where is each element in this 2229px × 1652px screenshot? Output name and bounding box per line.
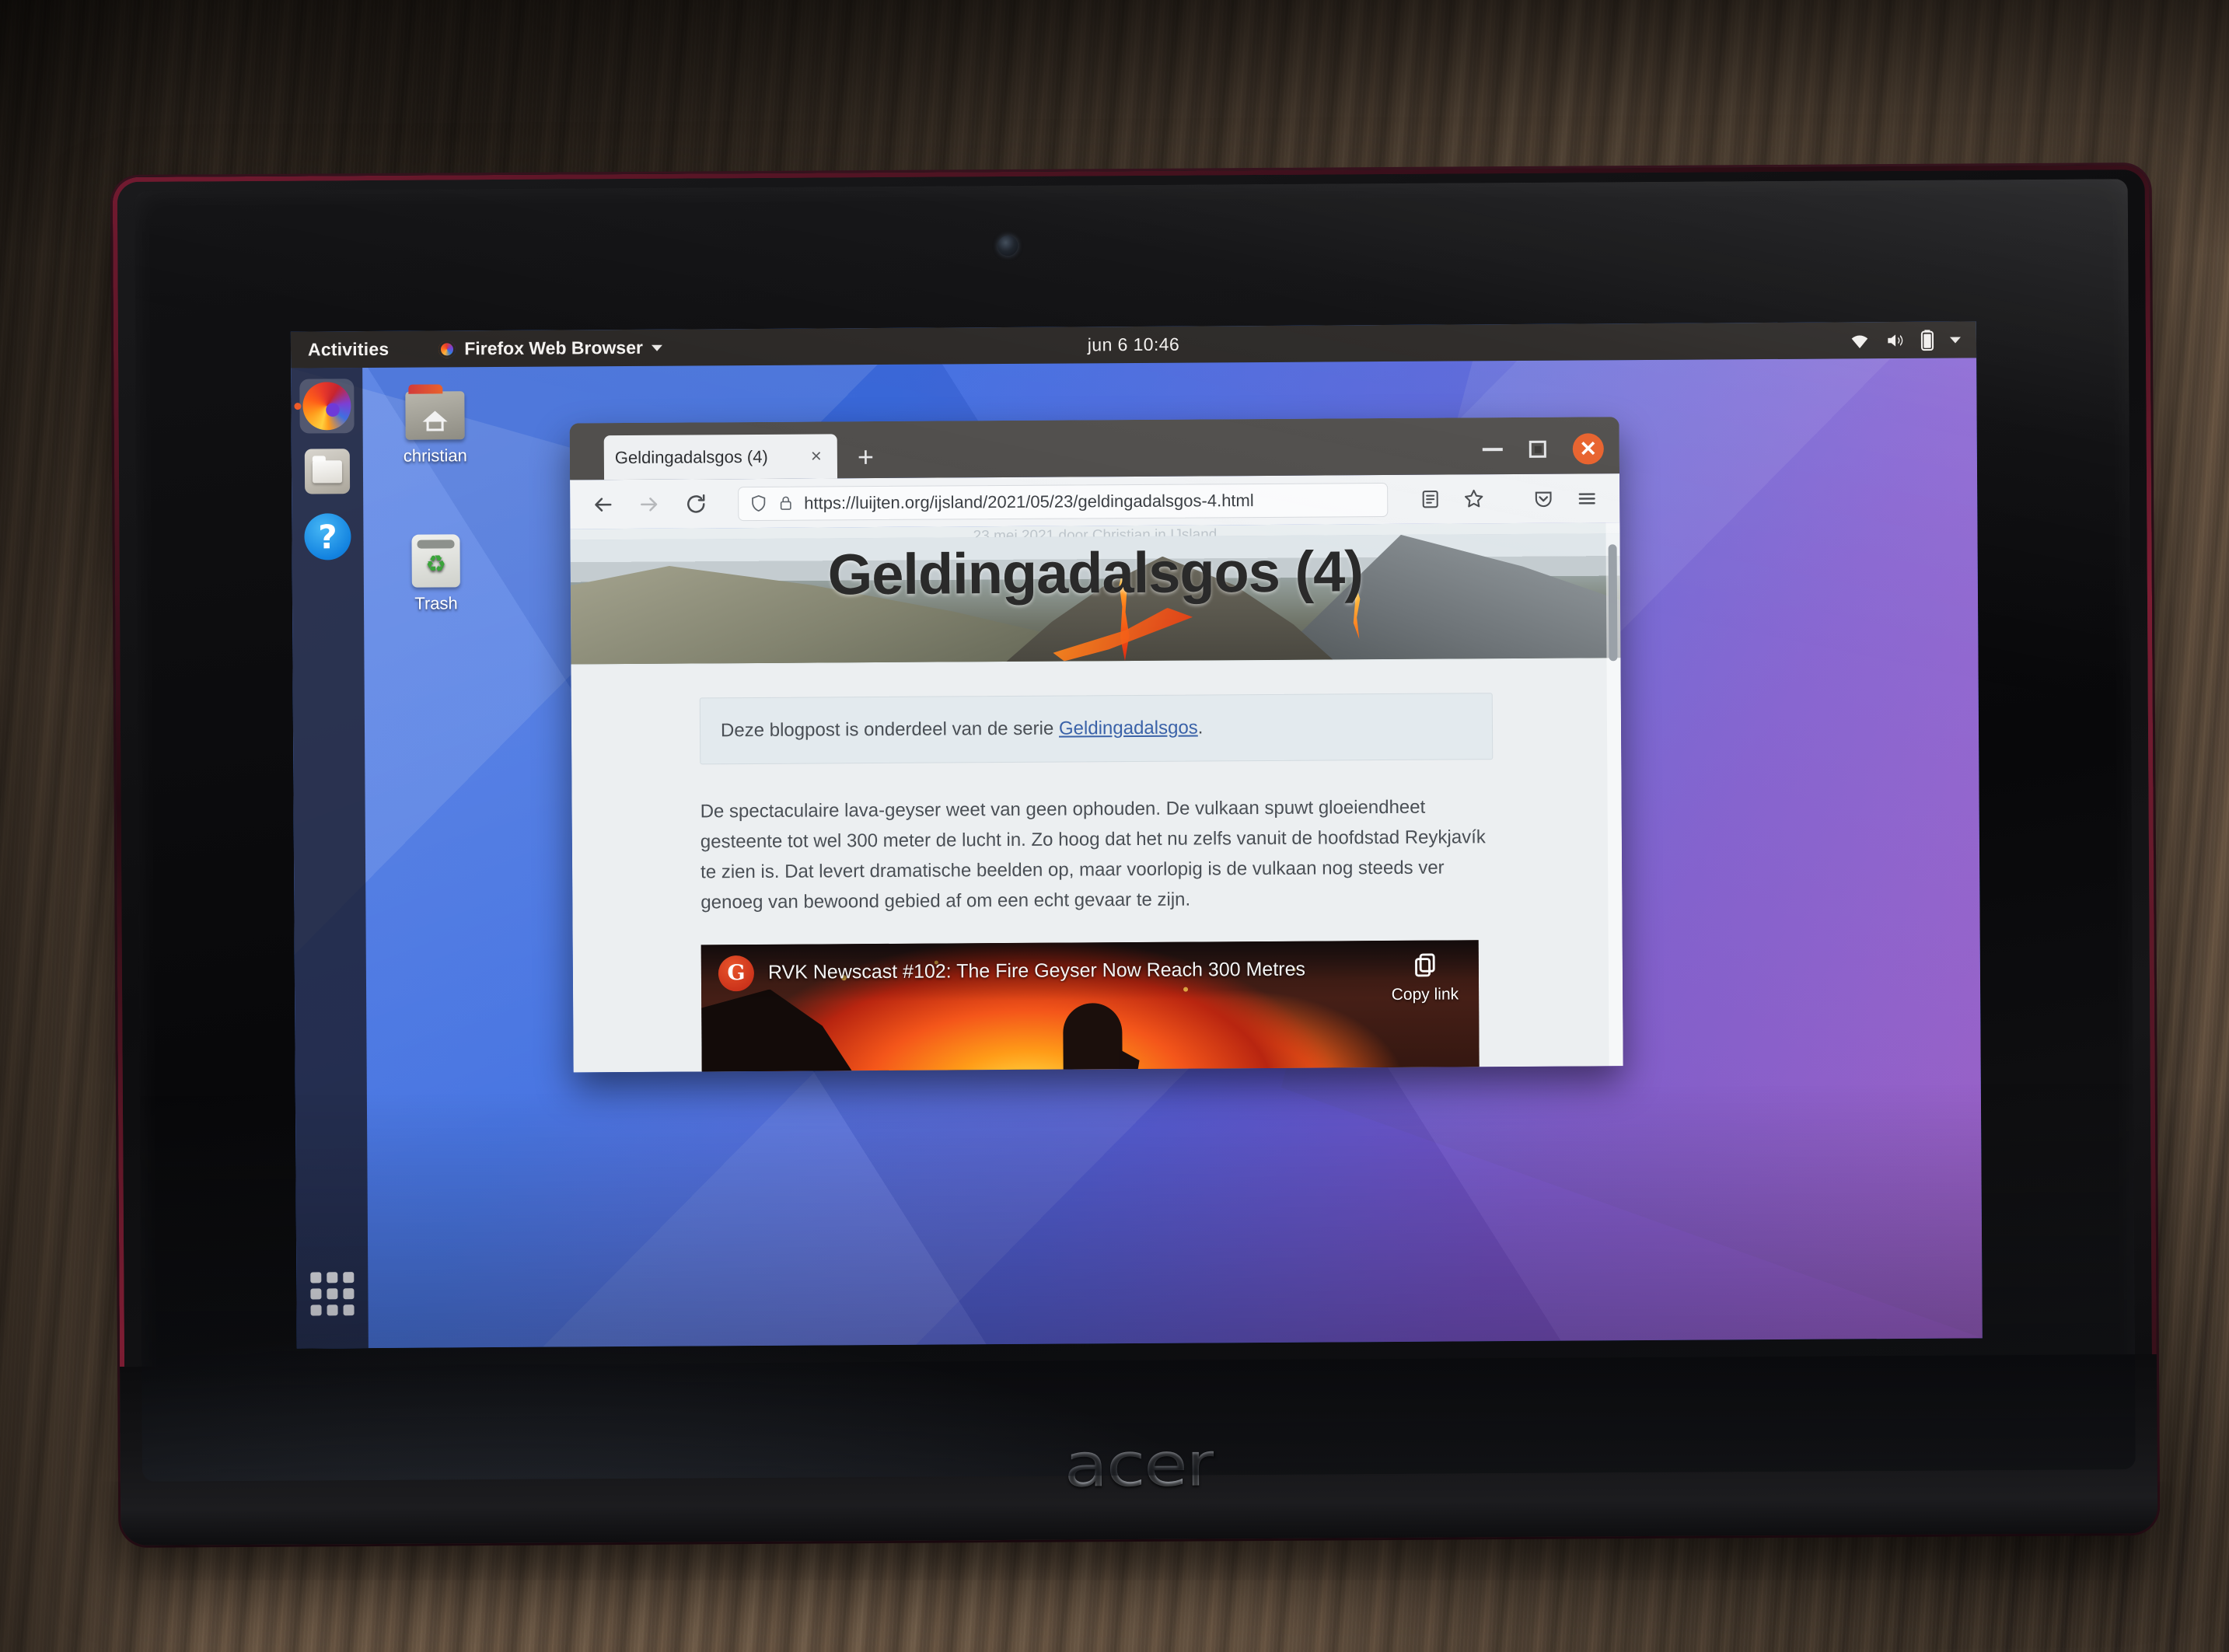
recycle-glyph: ♻	[425, 551, 447, 578]
help-icon: ?	[304, 513, 351, 561]
battery-icon	[1920, 329, 1934, 351]
page-title: Geldingadalsgos (4)	[827, 539, 1364, 607]
firefox-icon	[438, 340, 456, 358]
system-status-area[interactable]	[1850, 329, 1961, 351]
show-applications-button[interactable]	[310, 1272, 355, 1316]
volume-icon	[1888, 334, 1903, 347]
folder-glyph	[312, 459, 343, 483]
desktop-icon-home[interactable]: christian	[376, 391, 494, 466]
chevron-down-icon[interactable]	[1949, 337, 1961, 344]
close-window-button[interactable]: ✕	[1572, 433, 1604, 465]
house-glyph	[426, 418, 444, 431]
firefox-window: Geldingadalsgos (4) × + ✕ https://luijte…	[569, 417, 1623, 1073]
navigation-toolbar: https://luijten.org/ijsland/2021/05/23/g…	[570, 473, 1620, 529]
tab-title: Geldingadalsgos (4)	[614, 446, 768, 467]
desktop-icon-label: christian	[403, 445, 467, 466]
url-text: https://luijten.org/ijsland/2021/05/23/g…	[804, 490, 1254, 513]
copy-link-label: Copy link	[1391, 984, 1459, 1004]
dock-item-help[interactable]: ?	[300, 509, 355, 564]
forward-button[interactable]	[634, 488, 665, 519]
acer-logo: acer	[1064, 1430, 1214, 1501]
page-scrollbar-thumb[interactable]	[1608, 544, 1618, 662]
hero-banner-image: Geldingadalsgos (4)	[570, 533, 1621, 665]
video-title[interactable]: RVK Newscast #102: The Fire Geyser Now R…	[768, 959, 1305, 984]
maximize-button[interactable]	[1529, 440, 1546, 458]
minimize-button[interactable]	[1482, 448, 1503, 452]
favorites-dock: ?	[291, 368, 369, 1349]
video-title-bar: G RVK Newscast #102: The Fire Geyser Now…	[700, 939, 1480, 1002]
address-bar[interactable]: https://luijten.org/ijsland/2021/05/23/g…	[738, 482, 1389, 521]
bookmark-star-icon[interactable]	[1458, 484, 1489, 515]
series-callout: Deze blogpost is onderdeel van de serie …	[699, 693, 1494, 765]
grid-dot	[327, 1288, 338, 1300]
close-tab-icon[interactable]: ×	[806, 445, 826, 467]
grid-dot	[343, 1272, 355, 1284]
app-menu-label: Firefox Web Browser	[464, 337, 643, 359]
tab-bar: Geldingadalsgos (4) × + ✕	[569, 417, 1620, 480]
grid-dot	[327, 1304, 338, 1316]
toolbar-buttons	[1414, 483, 1602, 515]
running-indicator-dot	[294, 403, 302, 410]
reload-button[interactable]	[680, 488, 711, 519]
lock-icon[interactable]	[777, 494, 794, 512]
pocket-icon[interactable]	[1528, 483, 1559, 514]
reader-mode-icon[interactable]	[1414, 484, 1445, 515]
video-person-silhouette	[1063, 1002, 1123, 1073]
post-paragraph: De spectaculaire lava-geyser weet van ge…	[700, 796, 1486, 913]
page-content: Deze blogpost is onderdeel van de serie …	[571, 659, 1623, 1073]
new-tab-button[interactable]: +	[858, 441, 874, 473]
back-button[interactable]	[587, 489, 618, 520]
acer-tablet: acer Activities Firefox Web Browser jun …	[112, 165, 2158, 1545]
hamburger-menu-icon[interactable]	[1571, 483, 1602, 514]
channel-logo-icon: G	[718, 955, 755, 991]
trash-icon: ♻	[411, 534, 460, 588]
video-embed[interactable]: G RVK Newscast #102: The Fire Geyser Now…	[700, 939, 1480, 1073]
grid-dot	[310, 1272, 322, 1284]
activities-button[interactable]: Activities	[308, 339, 389, 361]
grid-dot	[310, 1304, 322, 1316]
tablet-screen: Activities Firefox Web Browser jun 6 10:…	[290, 321, 1983, 1349]
copy-link-button[interactable]: Copy link	[1391, 951, 1459, 1004]
clock[interactable]: jun 6 10:46	[1088, 334, 1179, 356]
files-icon	[304, 449, 351, 494]
grid-dot	[310, 1288, 322, 1300]
dock-item-firefox[interactable]	[294, 379, 355, 434]
webcam-icon	[997, 235, 1018, 257]
trash-lid	[417, 540, 455, 549]
grid-dot	[343, 1304, 355, 1316]
copy-icon	[1414, 953, 1435, 976]
grid-dot	[327, 1272, 338, 1284]
desktop-icon-label: Trash	[414, 593, 458, 613]
series-note-prefix: Deze blogpost is onderdeel van de serie	[720, 718, 1060, 742]
dock-item-files[interactable]	[300, 444, 355, 498]
app-menu-button[interactable]: Firefox Web Browser	[438, 337, 662, 360]
wifi-icon	[1851, 335, 1868, 348]
shield-icon[interactable]	[749, 494, 767, 512]
series-link[interactable]: Geldingadalsgos	[1059, 718, 1198, 739]
grid-dot	[343, 1288, 355, 1300]
window-controls: ✕	[1482, 433, 1604, 465]
desktop-icon-trash[interactable]: ♻ Trash	[377, 534, 494, 614]
photo-of-tablet: acer Activities Firefox Web Browser jun …	[0, 0, 2229, 1652]
chevron-down-icon	[651, 344, 662, 351]
browser-tab[interactable]: Geldingadalsgos (4) ×	[603, 434, 838, 480]
page-viewport: 23 mei 2021 door Christian in IJsland Ge…	[570, 522, 1623, 1073]
series-note-suffix: .	[1197, 717, 1204, 739]
home-folder-icon	[405, 391, 465, 440]
firefox-icon	[302, 382, 351, 431]
